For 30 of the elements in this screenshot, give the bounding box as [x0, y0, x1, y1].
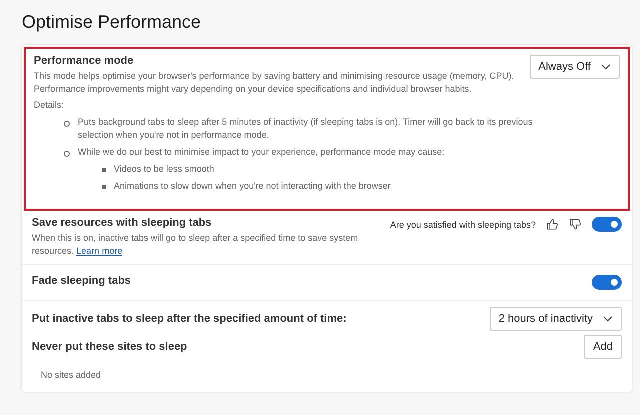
- description-text: When this is on, inactive tabs will go to sleep after a specified time to save system resources. Learn more: [32, 232, 360, 258]
- list-item-text: Videos to be less smooth: [114, 163, 214, 176]
- thumbs-down-icon[interactable]: [569, 218, 582, 231]
- details-label: Details:: [34, 99, 66, 112]
- bullet-icon: [64, 151, 70, 157]
- bullet-icon: [102, 185, 106, 189]
- section-title: Fade sleeping tabs: [32, 275, 132, 287]
- bullet-icon: [64, 121, 70, 127]
- bullet-icon: [102, 168, 106, 172]
- list-item-text: While we do our best to minimise impact to your experience, performance mode may cause:: [78, 146, 445, 159]
- section-title: Save resources with sleeping tabs: [32, 217, 213, 229]
- chevron-down-icon: [601, 64, 611, 70]
- section-title: Never put these sites to sleep: [32, 341, 188, 353]
- empty-state-text: No sites added: [40, 369, 102, 382]
- list-item-text: Puts background tabs to sleep after 5 minutes of inactivity (if sleeping tabs is on). Timer will go back to its previous selection when you're not in performance mode.: [78, 116, 534, 142]
- toggle-switch[interactable]: [592, 275, 622, 290]
- mode-dropdown[interactable]: Always Off: [530, 55, 620, 79]
- description-text: This mode helps optimise your browser's performance by saving battery and minimising resource usage (memory, CPU).: [34, 70, 514, 83]
- feedback-question: Are you satisfied with sleeping tabs?: [390, 220, 536, 230]
- add-button[interactable]: Add: [584, 335, 622, 359]
- learn-more-link[interactable]: Learn more: [76, 246, 123, 256]
- timeout-dropdown[interactable]: 2 hours of inactivity: [490, 307, 622, 331]
- toggle-switch[interactable]: [592, 217, 622, 232]
- thumbs-up-icon[interactable]: [546, 218, 559, 231]
- description-text: Performance improvements might vary depending on your device specifications and individual browser habits.: [34, 83, 473, 96]
- page-title: Optimise Performance: [22, 12, 202, 33]
- section-title: Performance mode: [34, 55, 135, 67]
- list-item-text: Animations to slow down when you're not interacting with the browser: [114, 180, 391, 193]
- setting-label: Put inactive tabs to sleep after the specified amount of time:: [32, 313, 347, 325]
- chevron-down-icon: [603, 316, 613, 322]
